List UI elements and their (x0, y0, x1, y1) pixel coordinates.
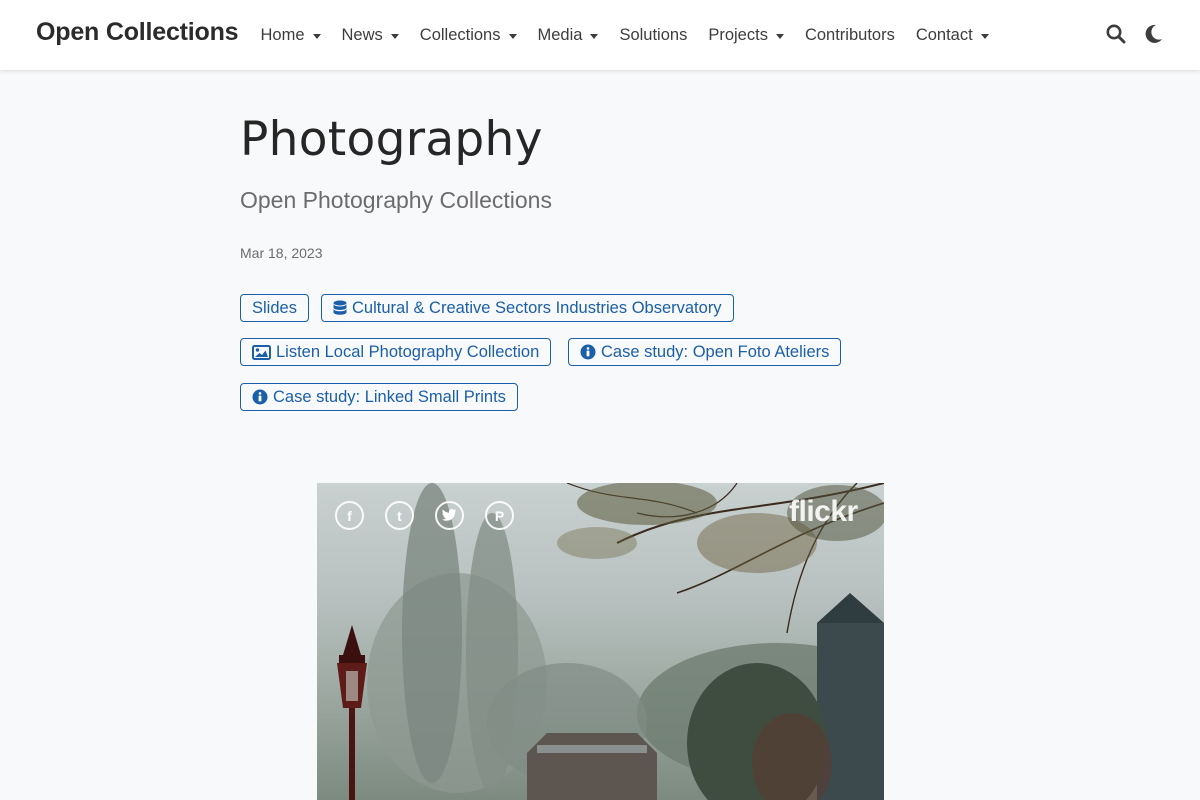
tag-label: Cultural & Creative Sectors Industries O… (352, 298, 722, 317)
nav-menu: Home News Collections Media Solutions Pr… (250, 0, 999, 70)
twitter-icon[interactable] (435, 501, 464, 530)
nav-item-contact[interactable]: Contact (905, 26, 999, 45)
caret-down-icon (312, 33, 321, 39)
nav-item-collections[interactable]: Collections (409, 26, 527, 45)
nav-item-contributors[interactable]: Contributors (794, 26, 905, 45)
database-icon (333, 300, 347, 316)
tag-label: Slides (252, 298, 297, 317)
image-icon (252, 344, 271, 360)
tag-label: Case study: Open Foto Ateliers (601, 342, 830, 361)
nav-item-news[interactable]: News (331, 26, 409, 45)
nav-item-media[interactable]: Media (527, 26, 609, 45)
flickr-embed-photo[interactable]: f t P flickr (317, 483, 884, 800)
tag-case-study-small-prints[interactable]: Case study: Linked Small Prints (240, 383, 518, 411)
photo-scene (337, 483, 884, 800)
caret-down-icon (980, 33, 989, 39)
flickr-logo[interactable]: flickr (789, 495, 858, 529)
caret-down-icon (775, 33, 784, 39)
tag-case-study-foto-ateliers[interactable]: Case study: Open Foto Ateliers (568, 338, 842, 366)
tag-slides[interactable]: Slides (240, 294, 309, 322)
nav-item-solutions[interactable]: Solutions (609, 26, 698, 45)
nav-label: Contributors (804, 25, 895, 44)
nav-label: Solutions (619, 25, 688, 44)
info-icon (580, 344, 596, 360)
tag-label: Listen Local Photography Collection (276, 342, 540, 361)
tag-listen-local[interactable]: Listen Local Photography Collection (240, 338, 552, 366)
nav-label: Media (537, 25, 583, 44)
brand-logo[interactable]: Open Collections (36, 18, 239, 47)
nav-label: Home (260, 25, 305, 44)
nav-label: Contact (915, 25, 973, 44)
nav-label: News (341, 25, 383, 44)
caret-down-icon (590, 33, 599, 39)
tumblr-icon[interactable]: t (385, 501, 414, 530)
publish-date: Mar 18, 2023 (240, 245, 323, 261)
nav-item-projects[interactable]: Projects (698, 26, 795, 45)
caret-down-icon (508, 33, 517, 39)
page-subtitle: Open Photography Collections (240, 187, 552, 213)
caret-down-icon (390, 33, 399, 39)
info-icon (252, 389, 268, 405)
nav-label: Projects (708, 25, 768, 44)
navbar: Open Collections Home News Collections M… (0, 0, 1200, 70)
tag-ccsi-observatory[interactable]: Cultural & Creative Sectors Industries O… (321, 294, 734, 322)
tumblr-glyph: t (397, 507, 402, 524)
pinterest-glyph: P (494, 507, 505, 524)
facebook-icon[interactable]: f (335, 501, 364, 530)
pinterest-icon[interactable]: P (485, 501, 514, 530)
nav-label: Collections (419, 25, 501, 44)
facebook-glyph: f (347, 507, 352, 524)
nav-item-home[interactable]: Home (250, 26, 331, 45)
tag-label: Case study: Linked Small Prints (273, 387, 506, 406)
moon-icon[interactable] (1144, 23, 1164, 50)
page-title: Photography (240, 112, 543, 167)
search-icon[interactable] (1105, 23, 1127, 50)
